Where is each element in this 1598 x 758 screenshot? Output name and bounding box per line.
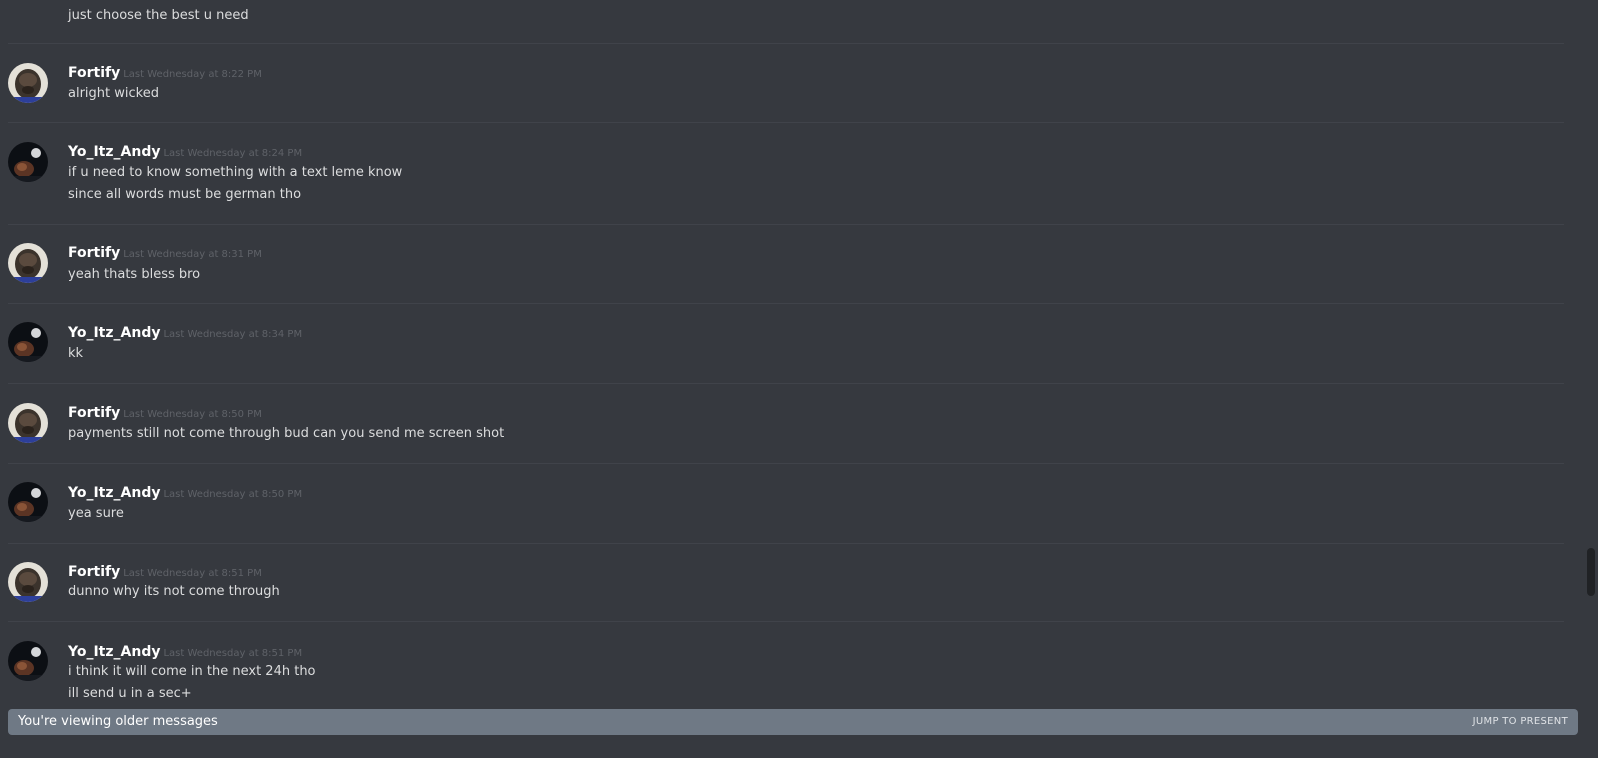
timestamp: Last Wednesday at 8:51 PM — [123, 568, 262, 579]
username[interactable]: Yo_Itz_Andy — [68, 325, 160, 341]
message-header: Fortify Last Wednesday at 8:50 PM — [68, 403, 262, 424]
message-text: yeah thats bless bro — [68, 267, 201, 282]
message-divider — [8, 43, 1564, 44]
message-text: payments still not come through bud can … — [68, 426, 505, 441]
timestamp: Last Wednesday at 8:31 PM — [123, 249, 262, 260]
message-text: kk — [68, 346, 84, 361]
message-divider — [8, 224, 1564, 225]
avatar-yo-itz-andy[interactable] — [8, 641, 48, 681]
avatar-fortify[interactable] — [8, 403, 48, 443]
username[interactable]: Fortify — [68, 65, 120, 81]
message-text: alright wicked — [68, 86, 159, 101]
avatar-fortify[interactable] — [8, 562, 48, 602]
jump-to-present-button[interactable]: JUMP TO PRESENT — [1473, 716, 1568, 727]
message-header: Yo_Itz_Andy Last Wednesday at 8:34 PM — [68, 323, 302, 344]
scrollbar-thumb[interactable] — [1587, 548, 1595, 596]
username[interactable]: Yo_Itz_Andy — [68, 485, 160, 501]
message-divider — [8, 122, 1564, 123]
avatar-yo-itz-andy[interactable] — [8, 142, 48, 182]
avatar-fortify[interactable] — [8, 63, 48, 103]
message-header: Yo_Itz_Andy Last Wednesday at 8:51 PM — [68, 642, 302, 663]
message-text: dunno why its not come through — [68, 584, 280, 599]
message-divider — [8, 543, 1564, 544]
timestamp: Last Wednesday at 8:50 PM — [163, 489, 303, 500]
avatar-yo-itz-andy[interactable] — [8, 482, 48, 522]
username[interactable]: Yo_Itz_Andy — [68, 644, 160, 660]
chat-window: just choose the best u need Fortify Last … — [0, 0, 1598, 758]
message-text: if u need to know something with a text … — [68, 165, 403, 180]
message-text: ill send u in a sec+ — [68, 686, 192, 700]
message-header: Yo_Itz_Andy Last Wednesday at 8:50 PM — [68, 483, 302, 504]
message-divider — [8, 383, 1564, 384]
avatar-fortify[interactable] — [8, 243, 48, 283]
message-divider — [8, 463, 1564, 464]
username[interactable]: Fortify — [68, 405, 120, 421]
message-divider — [8, 303, 1564, 304]
message-header: Yo_Itz_Andy Last Wednesday at 8:24 PM — [68, 142, 302, 163]
message-header: Fortify Last Wednesday at 8:31 PM — [68, 243, 262, 264]
message-text: just choose the best u need — [68, 8, 249, 23]
bottom-strip — [0, 740, 1598, 758]
older-messages-label: You're viewing older messages — [18, 714, 218, 729]
timestamp: Last Wednesday at 8:34 PM — [163, 329, 303, 340]
timestamp: Last Wednesday at 8:24 PM — [163, 148, 303, 159]
scrollbar[interactable] — [1587, 0, 1595, 700]
message-list: just choose the best u need Fortify Last … — [0, 0, 1566, 700]
message-text: since all words must be german tho — [68, 187, 302, 202]
message-divider — [8, 621, 1564, 622]
avatar-yo-itz-andy[interactable] — [8, 322, 48, 362]
username[interactable]: Fortify — [68, 564, 120, 580]
timestamp: Last Wednesday at 8:51 PM — [163, 648, 303, 659]
message-header: Fortify Last Wednesday at 8:22 PM — [68, 63, 262, 84]
username[interactable]: Yo_Itz_Andy — [68, 144, 160, 160]
timestamp: Last Wednesday at 8:50 PM — [123, 409, 262, 420]
older-messages-bar: You're viewing older messages JUMP TO PR… — [8, 709, 1578, 735]
message-text: yea sure — [68, 506, 124, 521]
username[interactable]: Fortify — [68, 245, 120, 261]
message-header: Fortify Last Wednesday at 8:51 PM — [68, 562, 262, 583]
message-text: i think it will come in the next 24h tho — [68, 664, 316, 679]
timestamp: Last Wednesday at 8:22 PM — [123, 69, 262, 80]
